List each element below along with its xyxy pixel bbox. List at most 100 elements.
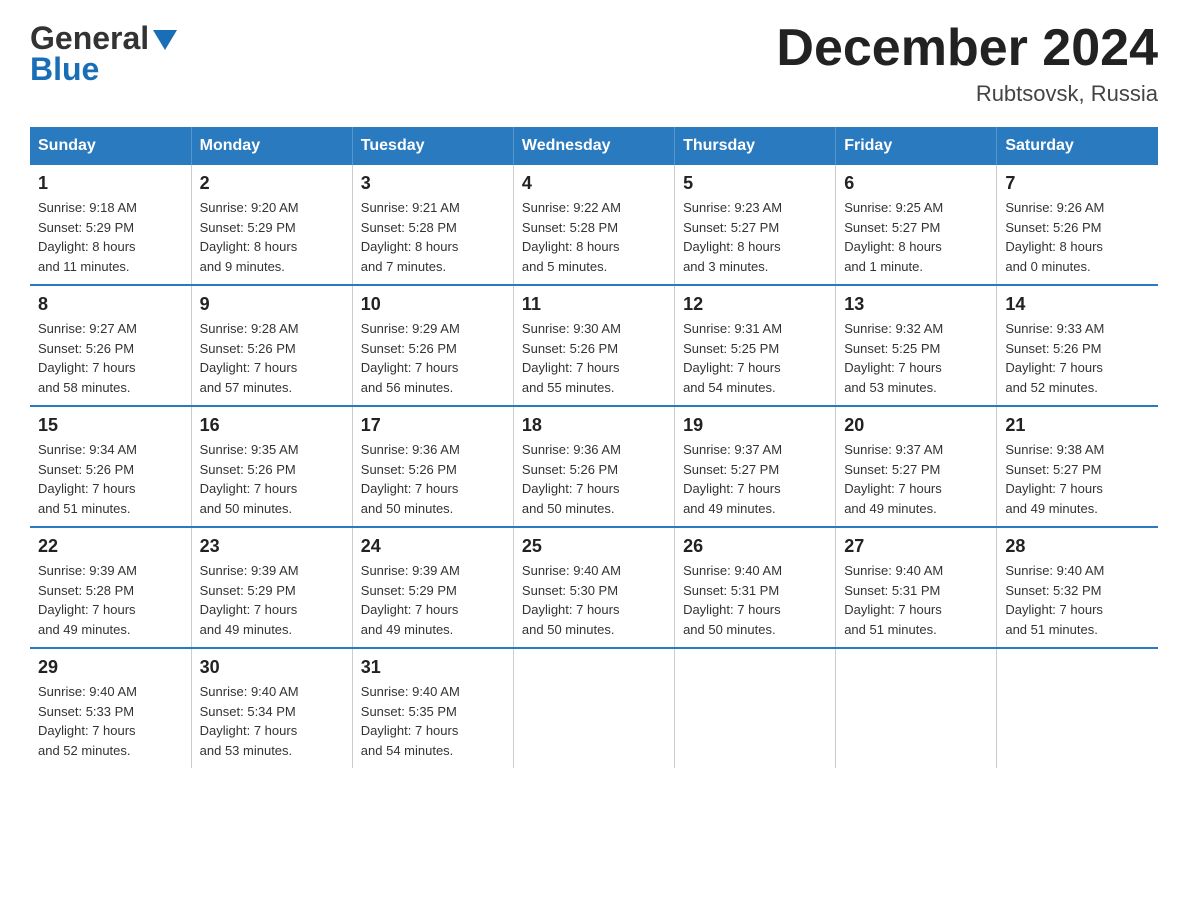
calendar-day-cell: 19 Sunrise: 9:37 AMSunset: 5:27 PMDaylig…: [675, 406, 836, 527]
calendar-day-cell: 14 Sunrise: 9:33 AMSunset: 5:26 PMDaylig…: [997, 285, 1158, 406]
day-info: Sunrise: 9:34 AMSunset: 5:26 PMDaylight:…: [38, 440, 183, 518]
calendar-week-row: 22 Sunrise: 9:39 AMSunset: 5:28 PMDaylig…: [30, 527, 1158, 648]
day-info: Sunrise: 9:29 AMSunset: 5:26 PMDaylight:…: [361, 319, 505, 397]
day-number: 26: [683, 536, 827, 557]
calendar-day-cell: 2 Sunrise: 9:20 AMSunset: 5:29 PMDayligh…: [191, 165, 352, 285]
day-of-week-header: Sunday: [30, 127, 191, 165]
day-info: Sunrise: 9:31 AMSunset: 5:25 PMDaylight:…: [683, 319, 827, 397]
day-number: 11: [522, 294, 666, 315]
day-info: Sunrise: 9:33 AMSunset: 5:26 PMDaylight:…: [1005, 319, 1150, 397]
logo-blue-text: Blue: [30, 51, 99, 88]
day-number: 18: [522, 415, 666, 436]
day-number: 15: [38, 415, 183, 436]
day-info: Sunrise: 9:39 AMSunset: 5:28 PMDaylight:…: [38, 561, 183, 639]
calendar-day-cell: 6 Sunrise: 9:25 AMSunset: 5:27 PMDayligh…: [836, 165, 997, 285]
day-of-week-header: Thursday: [675, 127, 836, 165]
day-info: Sunrise: 9:30 AMSunset: 5:26 PMDaylight:…: [522, 319, 666, 397]
day-info: Sunrise: 9:23 AMSunset: 5:27 PMDaylight:…: [683, 198, 827, 276]
calendar-day-cell: 28 Sunrise: 9:40 AMSunset: 5:32 PMDaylig…: [997, 527, 1158, 648]
calendar-day-cell: 25 Sunrise: 9:40 AMSunset: 5:30 PMDaylig…: [513, 527, 674, 648]
calendar-day-cell: 4 Sunrise: 9:22 AMSunset: 5:28 PMDayligh…: [513, 165, 674, 285]
calendar-day-cell: 18 Sunrise: 9:36 AMSunset: 5:26 PMDaylig…: [513, 406, 674, 527]
day-number: 17: [361, 415, 505, 436]
day-number: 4: [522, 173, 666, 194]
day-info: Sunrise: 9:27 AMSunset: 5:26 PMDaylight:…: [38, 319, 183, 397]
logo: General Blue: [30, 20, 179, 88]
day-info: Sunrise: 9:36 AMSunset: 5:26 PMDaylight:…: [522, 440, 666, 518]
day-info: Sunrise: 9:25 AMSunset: 5:27 PMDaylight:…: [844, 198, 988, 276]
calendar-day-cell: 1 Sunrise: 9:18 AMSunset: 5:29 PMDayligh…: [30, 165, 191, 285]
calendar-day-cell: 5 Sunrise: 9:23 AMSunset: 5:27 PMDayligh…: [675, 165, 836, 285]
logo-arrow-icon: [151, 26, 179, 54]
day-number: 19: [683, 415, 827, 436]
day-number: 3: [361, 173, 505, 194]
day-info: Sunrise: 9:40 AMSunset: 5:31 PMDaylight:…: [683, 561, 827, 639]
day-number: 20: [844, 415, 988, 436]
day-number: 5: [683, 173, 827, 194]
day-info: Sunrise: 9:40 AMSunset: 5:32 PMDaylight:…: [1005, 561, 1150, 639]
day-number: 13: [844, 294, 988, 315]
day-number: 10: [361, 294, 505, 315]
day-info: Sunrise: 9:38 AMSunset: 5:27 PMDaylight:…: [1005, 440, 1150, 518]
calendar-week-row: 8 Sunrise: 9:27 AMSunset: 5:26 PMDayligh…: [30, 285, 1158, 406]
day-info: Sunrise: 9:28 AMSunset: 5:26 PMDaylight:…: [200, 319, 344, 397]
calendar-day-cell: 3 Sunrise: 9:21 AMSunset: 5:28 PMDayligh…: [352, 165, 513, 285]
day-info: Sunrise: 9:40 AMSunset: 5:30 PMDaylight:…: [522, 561, 666, 639]
day-info: Sunrise: 9:36 AMSunset: 5:26 PMDaylight:…: [361, 440, 505, 518]
day-number: 6: [844, 173, 988, 194]
day-info: Sunrise: 9:37 AMSunset: 5:27 PMDaylight:…: [844, 440, 988, 518]
calendar-header-row: SundayMondayTuesdayWednesdayThursdayFrid…: [30, 127, 1158, 165]
day-of-week-header: Monday: [191, 127, 352, 165]
day-info: Sunrise: 9:18 AMSunset: 5:29 PMDaylight:…: [38, 198, 183, 276]
calendar-day-cell: [836, 648, 997, 768]
day-info: Sunrise: 9:37 AMSunset: 5:27 PMDaylight:…: [683, 440, 827, 518]
day-info: Sunrise: 9:35 AMSunset: 5:26 PMDaylight:…: [200, 440, 344, 518]
calendar-day-cell: 29 Sunrise: 9:40 AMSunset: 5:33 PMDaylig…: [30, 648, 191, 768]
day-info: Sunrise: 9:22 AMSunset: 5:28 PMDaylight:…: [522, 198, 666, 276]
calendar-day-cell: [675, 648, 836, 768]
day-number: 14: [1005, 294, 1150, 315]
calendar-day-cell: 17 Sunrise: 9:36 AMSunset: 5:26 PMDaylig…: [352, 406, 513, 527]
day-number: 31: [361, 657, 505, 678]
calendar-day-cell: 22 Sunrise: 9:39 AMSunset: 5:28 PMDaylig…: [30, 527, 191, 648]
calendar-day-cell: 27 Sunrise: 9:40 AMSunset: 5:31 PMDaylig…: [836, 527, 997, 648]
day-info: Sunrise: 9:39 AMSunset: 5:29 PMDaylight:…: [361, 561, 505, 639]
day-number: 16: [200, 415, 344, 436]
calendar-day-cell: 10 Sunrise: 9:29 AMSunset: 5:26 PMDaylig…: [352, 285, 513, 406]
day-info: Sunrise: 9:40 AMSunset: 5:35 PMDaylight:…: [361, 682, 505, 760]
day-number: 25: [522, 536, 666, 557]
day-info: Sunrise: 9:40 AMSunset: 5:33 PMDaylight:…: [38, 682, 183, 760]
day-info: Sunrise: 9:32 AMSunset: 5:25 PMDaylight:…: [844, 319, 988, 397]
day-info: Sunrise: 9:20 AMSunset: 5:29 PMDaylight:…: [200, 198, 344, 276]
calendar-day-cell: 26 Sunrise: 9:40 AMSunset: 5:31 PMDaylig…: [675, 527, 836, 648]
day-number: 30: [200, 657, 344, 678]
calendar-week-row: 29 Sunrise: 9:40 AMSunset: 5:33 PMDaylig…: [30, 648, 1158, 768]
day-number: 28: [1005, 536, 1150, 557]
calendar-week-row: 15 Sunrise: 9:34 AMSunset: 5:26 PMDaylig…: [30, 406, 1158, 527]
day-info: Sunrise: 9:26 AMSunset: 5:26 PMDaylight:…: [1005, 198, 1150, 276]
calendar-day-cell: 16 Sunrise: 9:35 AMSunset: 5:26 PMDaylig…: [191, 406, 352, 527]
calendar-day-cell: [513, 648, 674, 768]
day-number: 12: [683, 294, 827, 315]
day-number: 1: [38, 173, 183, 194]
day-info: Sunrise: 9:40 AMSunset: 5:31 PMDaylight:…: [844, 561, 988, 639]
day-number: 2: [200, 173, 344, 194]
calendar-day-cell: 7 Sunrise: 9:26 AMSunset: 5:26 PMDayligh…: [997, 165, 1158, 285]
title-section: December 2024 Rubtsovsk, Russia: [776, 20, 1158, 107]
calendar-day-cell: 31 Sunrise: 9:40 AMSunset: 5:35 PMDaylig…: [352, 648, 513, 768]
calendar-day-cell: 8 Sunrise: 9:27 AMSunset: 5:26 PMDayligh…: [30, 285, 191, 406]
calendar-day-cell: 23 Sunrise: 9:39 AMSunset: 5:29 PMDaylig…: [191, 527, 352, 648]
calendar-day-cell: 11 Sunrise: 9:30 AMSunset: 5:26 PMDaylig…: [513, 285, 674, 406]
day-number: 7: [1005, 173, 1150, 194]
day-number: 8: [38, 294, 183, 315]
calendar-day-cell: [997, 648, 1158, 768]
day-of-week-header: Saturday: [997, 127, 1158, 165]
day-number: 22: [38, 536, 183, 557]
calendar-day-cell: 12 Sunrise: 9:31 AMSunset: 5:25 PMDaylig…: [675, 285, 836, 406]
calendar-day-cell: 20 Sunrise: 9:37 AMSunset: 5:27 PMDaylig…: [836, 406, 997, 527]
day-of-week-header: Wednesday: [513, 127, 674, 165]
calendar-day-cell: 21 Sunrise: 9:38 AMSunset: 5:27 PMDaylig…: [997, 406, 1158, 527]
day-number: 24: [361, 536, 505, 557]
calendar-day-cell: 30 Sunrise: 9:40 AMSunset: 5:34 PMDaylig…: [191, 648, 352, 768]
day-number: 9: [200, 294, 344, 315]
